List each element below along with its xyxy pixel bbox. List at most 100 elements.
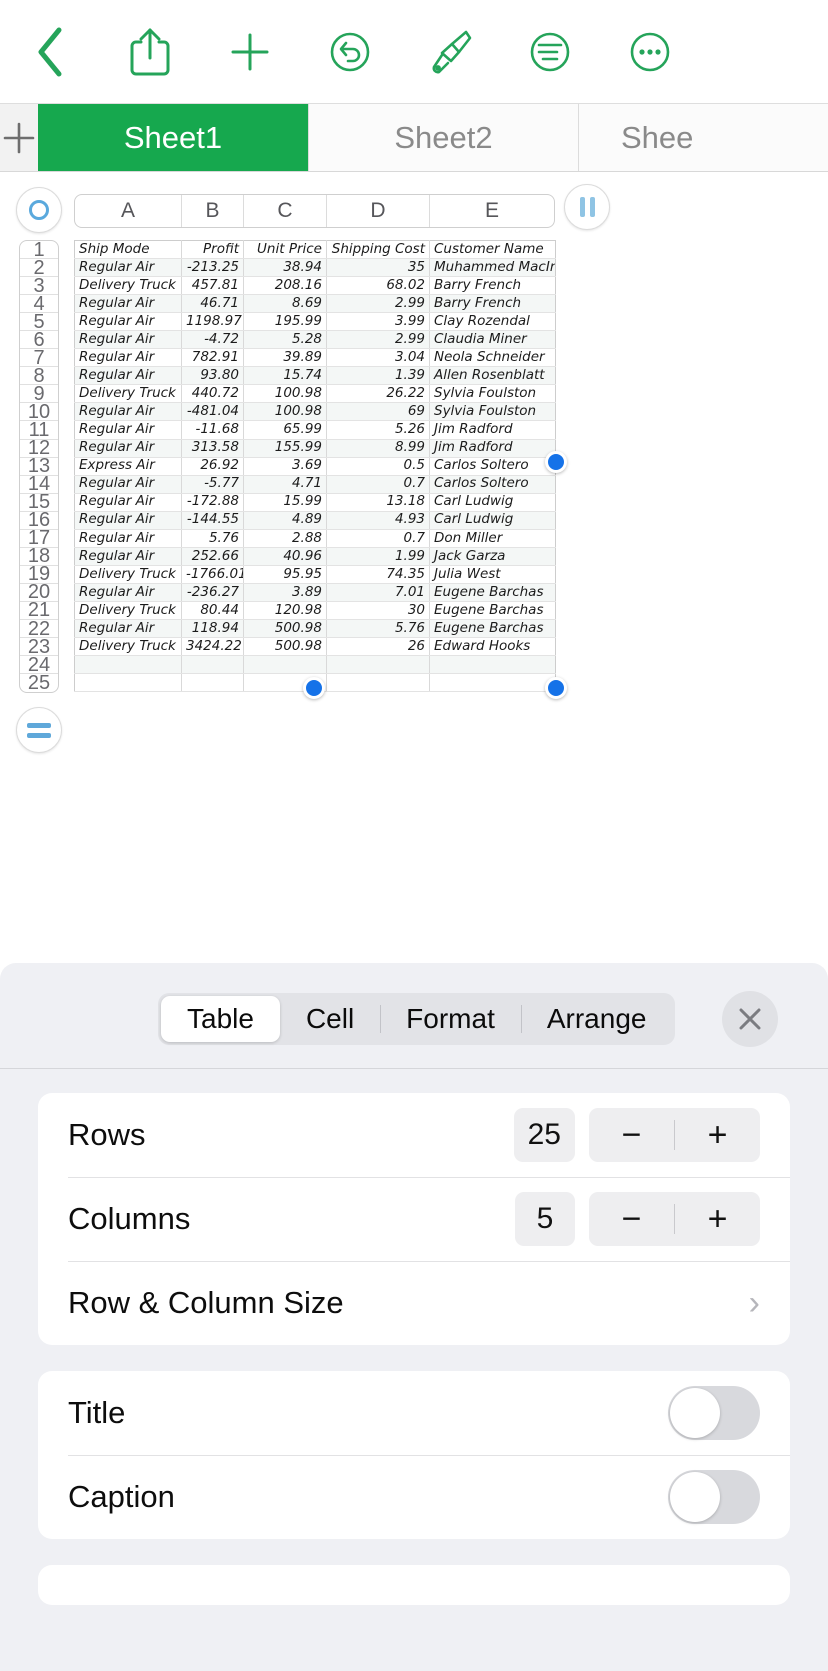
- table-cell[interactable]: Carlos Soltero: [429, 475, 556, 494]
- table-cell[interactable]: 26.22: [326, 384, 430, 404]
- table-cell[interactable]: Regular Air: [74, 547, 182, 566]
- table-cell[interactable]: 46.71: [181, 294, 244, 314]
- table-cell[interactable]: 457.81: [181, 276, 244, 296]
- table-row[interactable]: Delivery Truck -1766.01 95.95 74.35 Julia We…: [74, 565, 556, 584]
- table-row[interactable]: Regular Air 1198.97 195.99 3.99 Clay Rozenda…: [74, 312, 556, 332]
- table-cell[interactable]: [181, 655, 244, 675]
- table-cell[interactable]: 69: [326, 402, 430, 422]
- table-cell[interactable]: 30: [326, 601, 430, 620]
- table-cell[interactable]: 4.89: [243, 511, 327, 530]
- table-cell[interactable]: Carlos Soltero: [429, 457, 556, 476]
- undo-icon[interactable]: [300, 21, 400, 83]
- selection-handle-right[interactable]: [545, 451, 567, 473]
- table-cell[interactable]: 3.89: [243, 583, 327, 602]
- table-row[interactable]: Delivery Truck 440.72 100.98 26.22 Sylvia Fo…: [74, 384, 556, 404]
- tab-table[interactable]: Table: [161, 996, 280, 1042]
- table-cell[interactable]: -1766.01: [181, 565, 244, 584]
- table-cell[interactable]: 15.74: [243, 366, 327, 386]
- table-cell[interactable]: Ship Mode: [74, 240, 182, 260]
- table-cell[interactable]: Regular Air: [74, 529, 182, 548]
- table-cell[interactable]: 3.99: [326, 312, 430, 332]
- table-cell[interactable]: Carl Ludwig: [429, 511, 556, 530]
- table-cell[interactable]: 95.95: [243, 565, 327, 584]
- table-cell[interactable]: 2.88: [243, 529, 327, 548]
- table-cell[interactable]: 195.99: [243, 312, 327, 332]
- table-cell[interactable]: 100.98: [243, 402, 327, 422]
- sheet-tab-sheet1[interactable]: Sheet1: [38, 104, 308, 171]
- table-cell[interactable]: Customer Name: [429, 240, 556, 260]
- format-brush-icon[interactable]: [400, 21, 500, 83]
- table-cell[interactable]: Delivery Truck: [74, 384, 182, 404]
- table-cell[interactable]: 7.01: [326, 583, 430, 602]
- more-icon[interactable]: [600, 21, 700, 83]
- table-cell[interactable]: Delivery Truck: [74, 637, 182, 657]
- table-cell[interactable]: 100.98: [243, 384, 327, 404]
- table-row[interactable]: Regular Air 93.80 15.74 1.39 Allen Rosenblat…: [74, 366, 556, 386]
- table-cell[interactable]: 26.92: [181, 457, 244, 476]
- rows-increment-button[interactable]: +: [675, 1116, 760, 1155]
- table-cell[interactable]: 500.98: [243, 637, 327, 657]
- table-cell[interactable]: 3.69: [243, 457, 327, 476]
- table-row[interactable]: Ship Mode Profit Unit Price Shipping Cost Cu…: [74, 240, 556, 260]
- table-cell[interactable]: 26: [326, 637, 430, 657]
- table-cell[interactable]: Regular Air: [74, 619, 182, 639]
- table-cell[interactable]: Delivery Truck: [74, 601, 182, 620]
- table-cell[interactable]: [326, 673, 430, 693]
- table-cell[interactable]: -213.25: [181, 258, 244, 278]
- table-cell[interactable]: Barry French: [429, 294, 556, 314]
- table-cell[interactable]: 15.99: [243, 493, 327, 512]
- table-cell[interactable]: Don Miller: [429, 529, 556, 548]
- table-cell[interactable]: Jim Radford: [429, 420, 556, 440]
- formula-equals-icon[interactable]: [16, 707, 62, 753]
- table-cell[interactable]: 93.80: [181, 366, 244, 386]
- table-row[interactable]: Delivery Truck 3424.22 500.98 26 Edward Hook…: [74, 637, 556, 657]
- table-cell[interactable]: 118.94: [181, 619, 244, 639]
- table-row[interactable]: Regular Air 5.76 2.88 0.7 Don Miller: [74, 529, 556, 548]
- table-cell[interactable]: [326, 655, 430, 675]
- table-cell[interactable]: -172.88: [181, 493, 244, 512]
- table-cell[interactable]: 440.72: [181, 384, 244, 404]
- table-cell[interactable]: -481.04: [181, 402, 244, 422]
- table-cell[interactable]: Barry French: [429, 276, 556, 296]
- back-icon[interactable]: [0, 21, 100, 83]
- table-row[interactable]: [74, 655, 556, 675]
- table-cell[interactable]: [429, 655, 556, 675]
- columns-value[interactable]: 5: [515, 1192, 575, 1246]
- share-icon[interactable]: [100, 21, 200, 83]
- table-cell[interactable]: 4.93: [326, 511, 430, 530]
- table-cell[interactable]: Profit: [181, 240, 244, 260]
- table-cell[interactable]: 0.5: [326, 457, 430, 476]
- select-all-icon[interactable]: [16, 187, 62, 233]
- tab-cell[interactable]: Cell: [280, 996, 380, 1042]
- table-cell[interactable]: [181, 673, 244, 693]
- table-row[interactable]: Regular Air 313.58 155.99 8.99 Jim Radford: [74, 439, 556, 458]
- table-cell[interactable]: Claudia Miner: [429, 330, 556, 350]
- table-cell[interactable]: Regular Air: [74, 583, 182, 602]
- document-options-icon[interactable]: [500, 21, 600, 83]
- columns-decrement-button[interactable]: −: [589, 1200, 674, 1239]
- table-cell[interactable]: Jim Radford: [429, 439, 556, 458]
- table-row[interactable]: Regular Air 252.66 40.96 1.99 Jack Garza: [74, 547, 556, 566]
- table-cell[interactable]: 3424.22: [181, 637, 244, 657]
- table-cell[interactable]: Muhammed MacIntyre: [429, 258, 556, 278]
- rows-value[interactable]: 25: [513, 1108, 575, 1162]
- table-cell[interactable]: 8.99: [326, 439, 430, 458]
- table-cell[interactable]: -4.72: [181, 330, 244, 350]
- table-cell[interactable]: Regular Air: [74, 348, 182, 368]
- spreadsheet-table[interactable]: Ship Mode Profit Unit Price Shipping Cost Cu…: [74, 240, 556, 693]
- table-cell[interactable]: 5.26: [326, 420, 430, 440]
- table-row[interactable]: Regular Air -481.04 100.98 69 Sylvia Foulsto…: [74, 402, 556, 422]
- selection-handle-bottom[interactable]: [303, 677, 325, 699]
- table-cell[interactable]: Regular Air: [74, 294, 182, 314]
- sheet-tab-sheet2[interactable]: Sheet2: [308, 104, 578, 171]
- table-cell[interactable]: 252.66: [181, 547, 244, 566]
- table-cell[interactable]: 13.18: [326, 493, 430, 512]
- column-header-d[interactable]: D: [327, 195, 430, 227]
- column-header-c[interactable]: C: [244, 195, 327, 227]
- table-cell[interactable]: Regular Air: [74, 366, 182, 386]
- row-header-cell[interactable]: 25: [20, 673, 58, 692]
- table-cell[interactable]: Express Air: [74, 457, 182, 476]
- table-cell[interactable]: Eugene Barchas: [429, 583, 556, 602]
- table-cell[interactable]: 1198.97: [181, 312, 244, 332]
- table-cell[interactable]: 500.98: [243, 619, 327, 639]
